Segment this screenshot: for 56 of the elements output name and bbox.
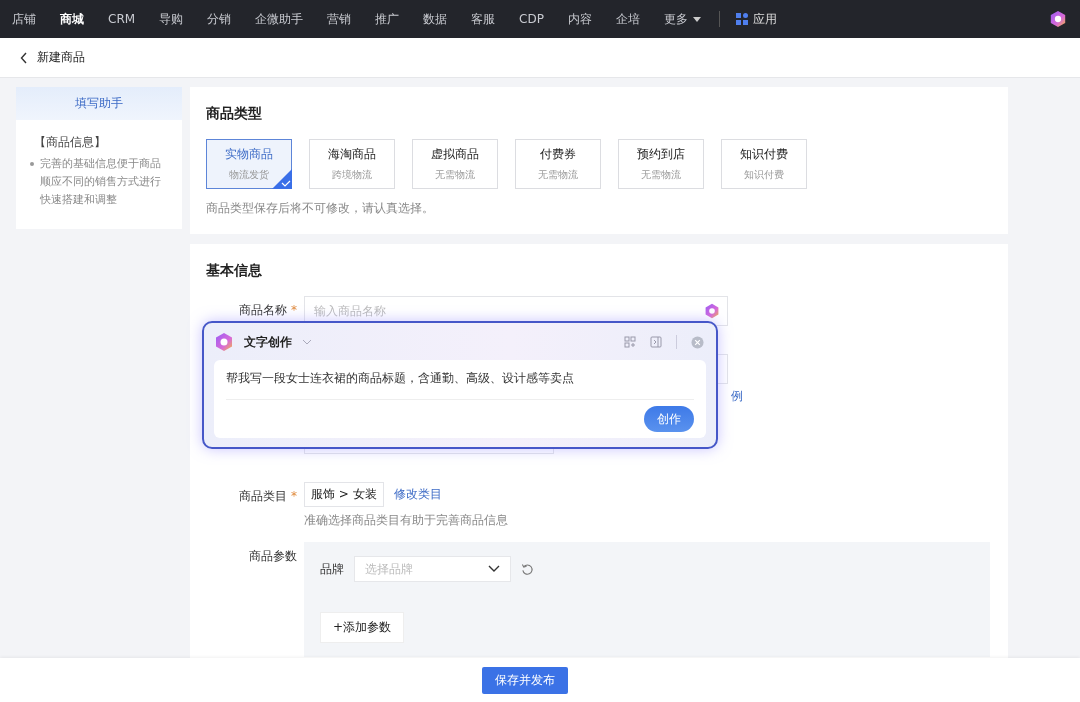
bullet-dot <box>30 162 34 166</box>
page-title: 新建商品 <box>37 49 85 66</box>
add-param-button[interactable]: +添加参数 <box>320 612 405 643</box>
check-icon <box>272 169 292 189</box>
nav-tab[interactable]: 分销 <box>207 10 232 28</box>
required-mark: * <box>291 489 297 503</box>
section-title: 商品类型 <box>206 105 263 123</box>
nav-tab[interactable]: 导购 <box>159 10 184 28</box>
save-publish-button[interactable]: 保存并发布 <box>482 666 568 694</box>
type-option[interactable]: 虚拟商品 无需物流 <box>412 139 498 189</box>
section-title: 基本信息 <box>206 262 263 280</box>
create-button[interactable]: 创作 <box>644 406 694 432</box>
edit-category-link[interactable]: 修改类目 <box>393 486 442 503</box>
nav-tab[interactable]: CDP <box>519 12 544 26</box>
type-note: 商品类型保存后将不可修改，请认真选择。 <box>206 201 435 216</box>
apps-link[interactable]: 应用 <box>752 10 777 28</box>
nav-tab[interactable]: 内容 <box>567 10 592 28</box>
brand-label: 品牌 <box>320 560 344 578</box>
nav-tab[interactable]: 数据 <box>423 10 448 28</box>
caret-down-icon <box>692 16 701 22</box>
type-option[interactable]: 知识付费 知识付费 <box>721 139 807 189</box>
category-hint: 准确选择商品类目有助于完善商品信息 <box>304 513 508 528</box>
refresh-icon[interactable] <box>521 562 534 576</box>
type-option[interactable]: 预约到店 无需物流 <box>618 139 704 189</box>
ai-logo-icon <box>214 332 234 352</box>
field-label: 商品参数 <box>249 549 297 563</box>
nav-tab[interactable]: 店铺 <box>12 10 36 28</box>
type-option[interactable]: 实物商品 物流发货 <box>206 139 292 189</box>
nav-tab[interactable]: 营销 <box>327 10 352 28</box>
sidebar-icon[interactable] <box>650 336 662 348</box>
category-tag: 服饰 > 女装 <box>304 482 384 507</box>
grid-icon[interactable] <box>624 336 636 348</box>
field-label: 商品类目 <box>239 489 287 503</box>
popup-title[interactable]: 文字创作 <box>244 333 292 351</box>
helper-title: 填写助手 <box>16 87 182 120</box>
nav-tab[interactable]: 企培 <box>615 10 640 28</box>
field-label: 商品名称 <box>239 303 287 317</box>
nav-tab[interactable]: CRM <box>108 12 136 26</box>
close-icon[interactable] <box>691 335 704 349</box>
helper-tip: 完善的基础信息便于商品顺应不同的销售方式进行快速搭建和调整 <box>40 156 162 208</box>
apps-icon[interactable] <box>735 13 748 25</box>
required-mark: * <box>291 303 297 317</box>
type-option[interactable]: 海淘商品 跨境物流 <box>309 139 395 189</box>
nav-tab[interactable]: 商城 <box>60 10 84 28</box>
nav-tab[interactable]: 企微助手 <box>255 10 304 28</box>
chevron-down-icon[interactable] <box>302 339 312 345</box>
type-option[interactable]: 付费券 无需物流 <box>515 139 601 189</box>
prompt-text[interactable]: 帮我写一段女士连衣裙的商品标题，含通勤、高级、设计感等卖点 <box>226 370 694 400</box>
helper-heading: 【商品信息】 <box>33 134 107 151</box>
nav-tab[interactable]: 客服 <box>471 10 496 28</box>
nav-tab[interactable]: 推广 <box>375 10 400 28</box>
more-menu[interactable]: 更多 <box>663 10 701 28</box>
chevron-down-icon <box>488 565 500 573</box>
example-link[interactable]: 例 <box>731 388 743 405</box>
back-icon[interactable] <box>20 51 28 64</box>
ai-logo-icon[interactable] <box>1049 10 1067 28</box>
